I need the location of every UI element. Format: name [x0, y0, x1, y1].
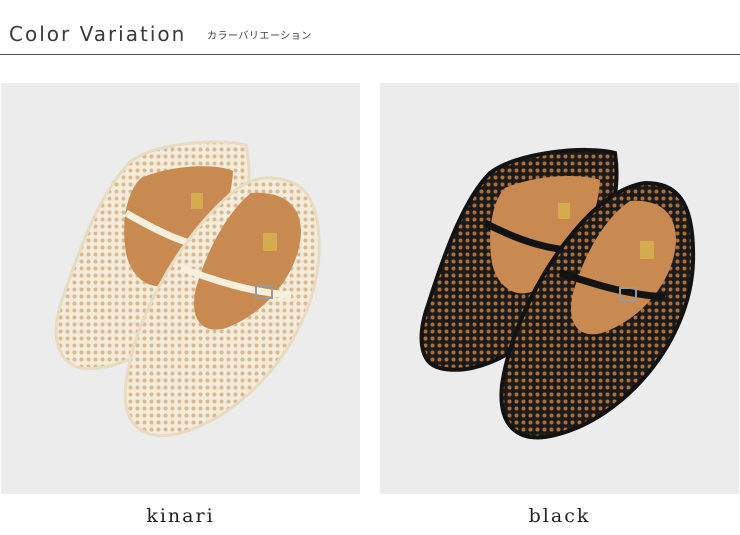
variant-label-black: black — [528, 505, 591, 527]
section-subtitle: カラーバリエーション — [207, 31, 312, 42]
product-image-black[interactable] — [380, 83, 739, 494]
variant-label-kinari: kinari — [146, 505, 215, 527]
section-header: Color Variation カラーバリエーション — [0, 0, 740, 56]
product-image-kinari[interactable] — [1, 83, 360, 494]
section-title: Color Variation — [9, 22, 187, 46]
header-divider — [0, 54, 740, 55]
